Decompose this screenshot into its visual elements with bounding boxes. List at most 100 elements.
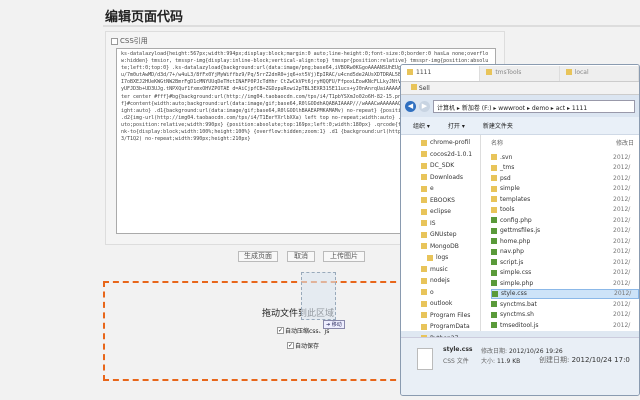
modified-value: 2012/10/26 19:26 bbox=[508, 348, 563, 355]
nav-item[interactable]: Program Files bbox=[421, 310, 480, 322]
folder-icon bbox=[421, 197, 427, 204]
cancel-button[interactable]: 取消 bbox=[287, 251, 315, 262]
crumb[interactable]: demo bbox=[532, 105, 549, 112]
folder-icon bbox=[491, 164, 497, 171]
file-row[interactable]: psd 2012/ bbox=[491, 173, 639, 184]
file-name: simple bbox=[500, 185, 520, 193]
css-ref-checkbox[interactable]: CSS引用 bbox=[111, 36, 148, 46]
nav-item-label: DC_SDK bbox=[430, 162, 455, 170]
file-row[interactable]: style.css 2012/ bbox=[491, 288, 639, 299]
organize-button[interactable]: 组织 ▾ bbox=[413, 121, 430, 130]
compress-checkbox[interactable]: ✓ 自动压缩css、js bbox=[277, 326, 329, 335]
file-row[interactable]: tools 2012/ bbox=[491, 205, 639, 216]
nav-item-label: Downloads bbox=[430, 173, 463, 181]
crumb[interactable]: 计算机 bbox=[437, 105, 455, 112]
tab-1111[interactable]: 1111 bbox=[401, 66, 481, 81]
nav-item[interactable]: logs bbox=[421, 252, 480, 264]
upload-image-button[interactable]: 上传图片 bbox=[323, 251, 365, 262]
file-row[interactable]: synctms.sh 2012/ bbox=[491, 310, 639, 321]
file-name: simple.php bbox=[500, 279, 534, 287]
folder-icon bbox=[421, 220, 427, 227]
nav-item[interactable]: nodejs bbox=[421, 275, 480, 287]
folder-icon bbox=[421, 151, 427, 158]
nav-item[interactable]: chrome-profil bbox=[421, 137, 480, 149]
generate-page-button[interactable]: 生成页面 bbox=[238, 251, 278, 262]
crumb[interactable]: 1111 bbox=[572, 105, 587, 112]
crumb[interactable]: wwwroot bbox=[498, 105, 525, 112]
crumb[interactable]: 新加卷 (F:) bbox=[462, 105, 492, 112]
nav-item-label: IS bbox=[430, 219, 436, 227]
file-row[interactable]: home.php 2012/ bbox=[491, 236, 639, 247]
tab-label: 1111 bbox=[416, 69, 432, 76]
file-row[interactable]: simple.css 2012/ bbox=[491, 268, 639, 279]
nav-item[interactable]: Downloads bbox=[421, 172, 480, 184]
folder-icon bbox=[421, 300, 427, 307]
file-row[interactable]: templates 2012/ bbox=[491, 194, 639, 205]
file-icon bbox=[417, 348, 433, 370]
nav-item[interactable]: o bbox=[421, 287, 480, 299]
favorite-sell[interactable]: Sell bbox=[419, 85, 430, 92]
size-label: 大小: bbox=[481, 358, 496, 365]
favorites-bar: Sell bbox=[401, 82, 639, 95]
file-row[interactable]: .svn 2012/ bbox=[491, 152, 639, 163]
nav-item[interactable]: eclipse bbox=[421, 206, 480, 218]
nav-item-label: GNUstep bbox=[430, 231, 457, 239]
open-button[interactable]: 打开 ▾ bbox=[448, 121, 465, 130]
file-icon bbox=[491, 269, 497, 276]
autosave-checkbox[interactable]: ✓ 自动保存 bbox=[287, 341, 319, 350]
nav-item[interactable]: cocos2d-1.0.1 bbox=[421, 149, 480, 161]
folder-icon bbox=[491, 206, 497, 213]
nav-item[interactable]: EBOOKS bbox=[421, 195, 480, 207]
file-row[interactable]: nav.php 2012/ bbox=[491, 247, 639, 258]
nav-item-label: music bbox=[430, 265, 448, 273]
file-name: config.php bbox=[500, 216, 532, 224]
checkbox-icon bbox=[111, 37, 118, 45]
column-name[interactable]: 名称 bbox=[491, 138, 616, 152]
column-date[interactable]: 修改日 bbox=[616, 138, 634, 152]
nav-item[interactable]: GNUstep bbox=[421, 229, 480, 241]
file-icon bbox=[491, 311, 497, 318]
file-date: 2012/ bbox=[613, 174, 631, 182]
nav-item[interactable]: music bbox=[421, 264, 480, 276]
folder-icon bbox=[491, 175, 497, 182]
nav-item-label: cocos2d-1.0.1 bbox=[430, 150, 473, 158]
created-label: 创建日期: bbox=[539, 356, 570, 364]
folder-icon bbox=[565, 69, 572, 75]
file-date: 2012/ bbox=[613, 216, 631, 224]
forward-icon[interactable]: ▶ bbox=[419, 100, 430, 112]
path-input[interactable]: 计算机 ▸ 新加卷 (F:) ▸ wwwroot ▸ demo ▸ act ▸ … bbox=[433, 99, 635, 113]
tab-tmstools[interactable]: tmsTools bbox=[480, 66, 560, 81]
detail-type: CSS 文件 bbox=[443, 358, 469, 365]
crumb[interactable]: act bbox=[556, 105, 565, 112]
file-date: 2012/ bbox=[613, 164, 631, 172]
folder-icon bbox=[491, 154, 497, 161]
nav-item-label: EBOOKS bbox=[430, 196, 455, 204]
nav-item[interactable]: outlook bbox=[421, 298, 480, 310]
folder-icon bbox=[421, 231, 427, 238]
explorer-toolbar: 组织 ▾ 打开 ▾ 新建文件夹 bbox=[401, 117, 639, 135]
file-row[interactable]: simple.php 2012/ bbox=[491, 278, 639, 289]
created-value: 2012/10/24 17:0 bbox=[571, 356, 630, 364]
file-row[interactable]: _tms 2012/ bbox=[491, 163, 639, 174]
file-list: 名称 修改日 .svn 2012/ _tms 2012/psd 2012/simple 20… bbox=[481, 135, 639, 331]
file-row[interactable]: config.php 2012/ bbox=[491, 215, 639, 226]
file-row[interactable]: simple 2012/ bbox=[491, 184, 639, 195]
file-row[interactable]: script.js 2012/ bbox=[491, 257, 639, 268]
nav-item-label: ProgramData bbox=[430, 323, 470, 331]
nav-item[interactable]: DC_SDK bbox=[421, 160, 480, 172]
nav-item-label: o bbox=[430, 288, 434, 296]
nav-item[interactable]: e bbox=[421, 183, 480, 195]
explorer-window: 1111 tmsTools local Sell ◀ ▶ 计算机 ▸ 新加卷 (… bbox=[400, 64, 640, 396]
tab-local[interactable]: local bbox=[559, 66, 639, 81]
tab-label: local bbox=[574, 69, 589, 76]
nav-item[interactable]: IS bbox=[421, 218, 480, 230]
new-folder-button[interactable]: 新建文件夹 bbox=[483, 121, 513, 130]
nav-item[interactable]: MongoDB bbox=[421, 241, 480, 253]
back-icon[interactable]: ◀ bbox=[405, 100, 416, 112]
file-row[interactable]: synctms.bat 2012/ bbox=[491, 299, 639, 310]
folder-icon bbox=[421, 266, 427, 273]
file-row[interactable]: tmseditool.js 2012/ bbox=[491, 320, 639, 331]
nav-item[interactable]: ProgramData bbox=[421, 321, 480, 333]
file-row[interactable]: gettmsfiles.js 2012/ bbox=[491, 226, 639, 237]
detail-filename: style.css bbox=[443, 346, 473, 353]
